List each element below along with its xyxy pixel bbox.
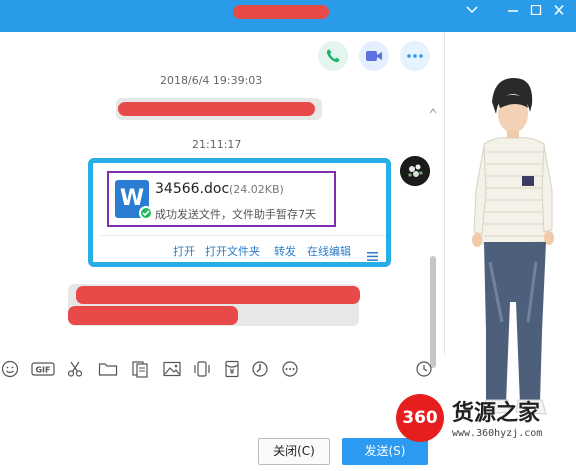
more-actions-button[interactable]	[400, 41, 430, 71]
close-window-button[interactable]	[549, 4, 569, 20]
gif-icon[interactable]: GIF	[31, 360, 55, 378]
site-watermark: 360 货源之家 www.360hyzj.com	[392, 392, 576, 448]
expand-icon[interactable]	[462, 4, 482, 20]
open-file-link[interactable]: 打开	[173, 243, 195, 259]
window-title-redacted	[233, 5, 329, 19]
file-status: 成功发送文件，文件助手暂存7天	[155, 208, 316, 221]
scrollbar-thumb[interactable]	[430, 256, 436, 368]
doc-icon[interactable]	[130, 360, 150, 378]
forward-link[interactable]: 转发	[274, 243, 296, 259]
voice-icon[interactable]	[250, 360, 270, 378]
character-figure	[472, 78, 554, 415]
check-icon	[139, 206, 153, 220]
message-timestamp: 21:11:17	[192, 138, 242, 151]
file-name: 34566.doc	[155, 181, 230, 197]
voice-call-button[interactable]	[318, 41, 348, 71]
video-call-button[interactable]	[359, 41, 389, 71]
folder-icon[interactable]	[98, 360, 118, 378]
file-message-card[interactable]: W 34566.doc (24.02KB) 成功发送文件，文件助手暂存7天 打开…	[88, 158, 391, 267]
more-icon	[407, 54, 423, 58]
file-info[interactable]: W 34566.doc (24.02KB) 成功发送文件，文件助手暂存7天	[107, 171, 336, 227]
redacted-message	[76, 286, 360, 304]
chat-area: 2018/6/4 19:39:03 21:11:17 W 34566.doc (…	[0, 32, 445, 368]
image-icon[interactable]	[162, 360, 182, 378]
clock-icon[interactable]	[414, 360, 434, 378]
input-toolbar: GIF	[0, 355, 445, 383]
avatar[interactable]	[400, 156, 430, 186]
online-edit-link[interactable]: 在线编辑	[307, 243, 351, 259]
scrollbar[interactable]	[429, 108, 437, 368]
360-logo: 360	[396, 394, 444, 442]
file-size: (24.02KB)	[229, 183, 284, 196]
redacted-message	[118, 102, 315, 116]
menu-icon[interactable]	[367, 246, 378, 261]
more-icon[interactable]	[280, 360, 300, 378]
red-packet-icon[interactable]	[222, 360, 242, 378]
maximize-button[interactable]	[526, 4, 546, 20]
watermark-name: 货源之家	[452, 400, 541, 426]
redacted-message	[68, 306, 238, 325]
watermark-url: www.360hyzj.com	[452, 428, 543, 439]
minimize-button[interactable]	[503, 4, 523, 20]
emoji-icon[interactable]	[1, 360, 21, 378]
svg-text:GIF: GIF	[35, 366, 50, 375]
close-button[interactable]: 关闭(C)	[258, 438, 330, 465]
scissors-icon[interactable]	[66, 360, 86, 378]
phone-icon	[326, 49, 340, 63]
open-folder-link[interactable]: 打开文件夹	[205, 243, 260, 259]
video-camera-icon	[366, 51, 382, 61]
shake-icon[interactable]	[192, 360, 212, 378]
divider	[101, 235, 386, 236]
message-input[interactable]	[0, 383, 445, 438]
message-timestamp: 2018/6/4 19:39:03	[160, 74, 263, 87]
title-bar	[0, 0, 576, 32]
